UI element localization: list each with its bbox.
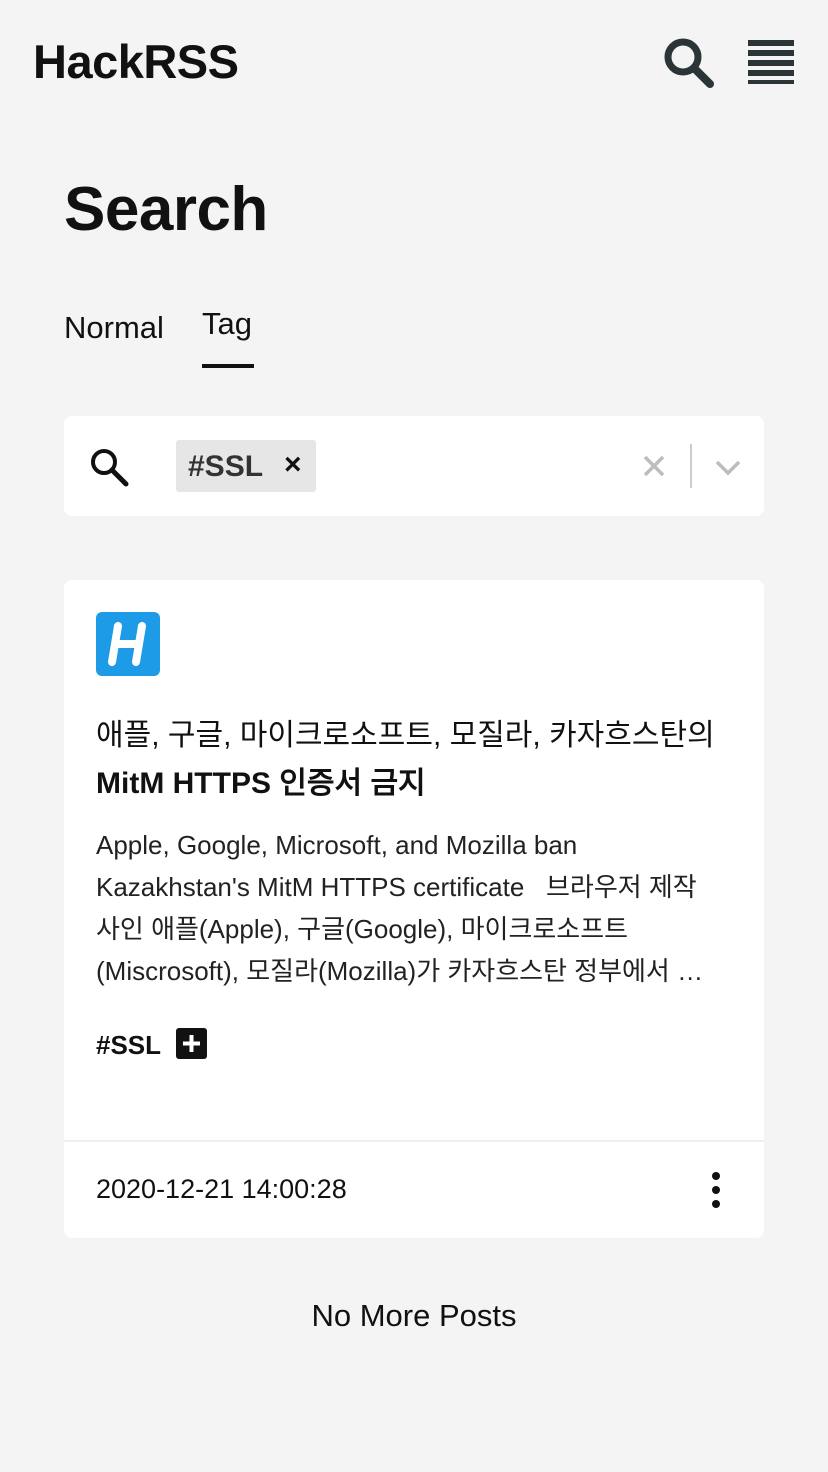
hackrss-logo <box>96 612 160 676</box>
post-excerpt: Apple, Google, Microsoft, and Mozilla ba… <box>96 824 736 992</box>
page-title: Search <box>64 175 268 244</box>
tag-chip-remove-button[interactable]: × <box>284 448 302 482</box>
excerpt-line: 사인 애플(Apple), 구글(Google), 마이크로소프트 <box>96 914 629 944</box>
post-title[interactable]: 애플, 구글, 마이크로소프트, 모질라, 카자흐스탄의 MitM HTTPS … <box>96 712 736 808</box>
active-tab-indicator <box>202 364 254 368</box>
brand-logo[interactable]: HackRSS <box>33 34 239 89</box>
tab-normal[interactable]: Normal <box>64 310 164 346</box>
close-icon[interactable] <box>640 448 668 484</box>
post-card: 애플, 구글, 마이크로소프트, 모질라, 카자흐스탄의 MitM HTTPS … <box>64 580 764 1238</box>
excerpt-line: Apple, Google, Microsoft, and Mozilla ba… <box>96 830 578 860</box>
post-date: 2020-12-21 14:00:28 <box>96 1174 347 1204</box>
card-divider <box>64 1140 764 1142</box>
excerpt-line: Kazakhstan's MitM HTTPS certificate 브라우저… <box>96 872 697 902</box>
post-title-line-2: MitM HTTPS 인증서 금지 <box>96 760 736 808</box>
tag-chip-label: #SSL <box>188 450 264 483</box>
plus-icon[interactable] <box>176 1028 207 1059</box>
separator <box>690 444 692 488</box>
search-icon <box>86 444 134 492</box>
more-vertical-icon[interactable] <box>704 1170 728 1210</box>
post-tag-ssl[interactable]: #SSL <box>96 1030 161 1061</box>
chevron-down-icon[interactable] <box>712 452 744 482</box>
excerpt-line: (Miscrosoft), 모질라(Mozilla)가 카자흐스탄 정부에서 … <box>96 956 704 986</box>
no-more-posts-label: No More Posts <box>311 1298 517 1333</box>
search-icon[interactable] <box>662 36 716 90</box>
tab-tag[interactable]: Tag <box>202 306 252 342</box>
app-header: HackRSS <box>0 0 828 120</box>
menu-icon[interactable] <box>748 38 794 84</box>
tag-search-box[interactable]: #SSL × <box>64 416 764 516</box>
post-title-line-2-text: MitM HTTPS 인증서 금지 <box>96 767 426 800</box>
post-title-line-1: 애플, 구글, 마이크로소프트, 모질라, 카자흐스탄의 <box>96 719 715 752</box>
tag-chip: #SSL × <box>176 440 316 492</box>
